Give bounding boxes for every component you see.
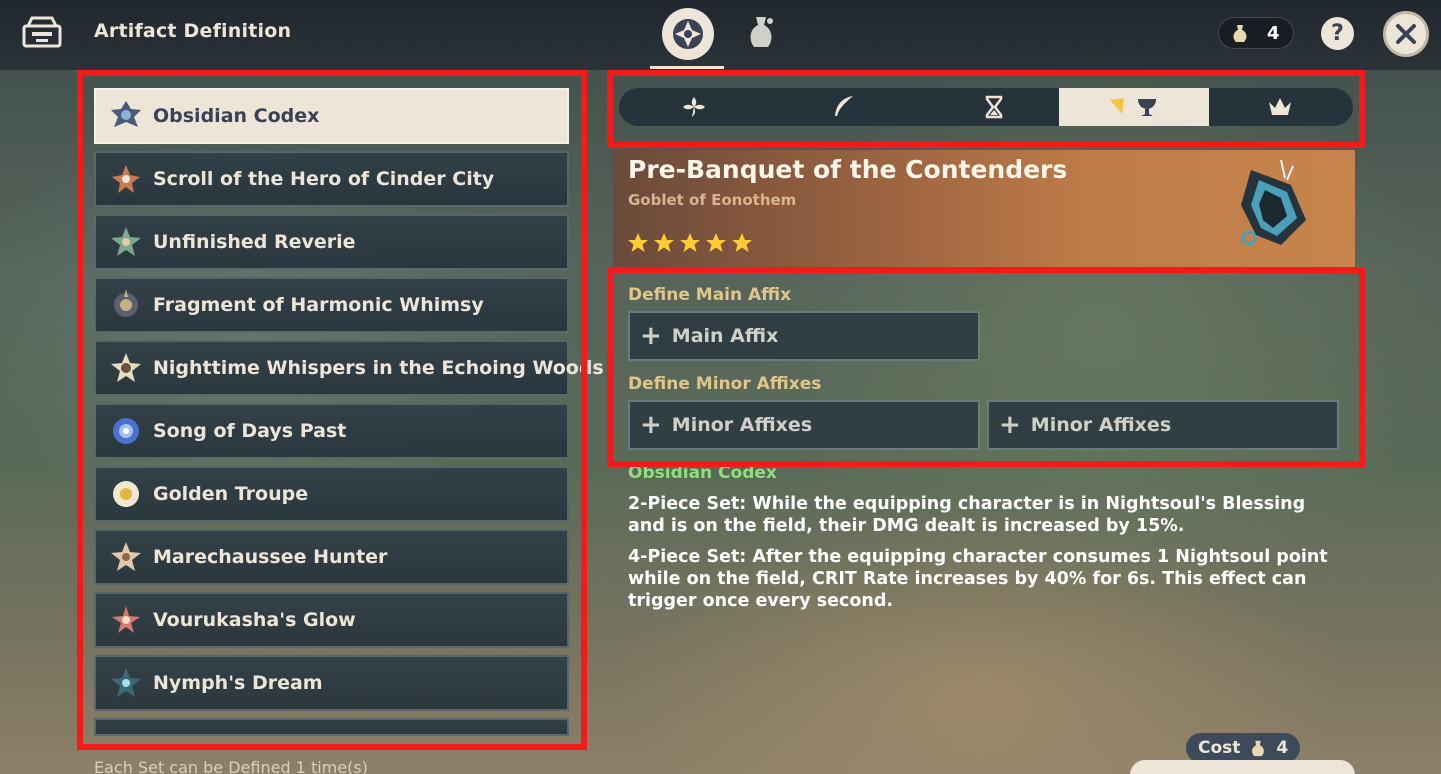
page-title: Artifact Definition [94, 20, 292, 42]
highlight-box-set-list [77, 70, 587, 750]
define-limit-note: Each Set can be Defined 1 time(s) [94, 758, 368, 774]
cost-value: 4 [1276, 738, 1289, 758]
cost-badge: Cost 4 [1186, 733, 1300, 763]
cost-label: Cost [1198, 738, 1241, 758]
artifact-name: Pre-Banquet of the Contenders [628, 155, 1068, 184]
star-icon [628, 233, 648, 252]
star-icon [706, 233, 726, 252]
transmuter-flask-icon [750, 17, 773, 47]
close-button[interactable] [1383, 11, 1429, 57]
top-bar: Artifact Definition 4 ? [0, 0, 1441, 70]
highlight-box-slot-tabs [607, 70, 1365, 148]
tab-artifact-definition[interactable] [662, 8, 714, 60]
transmuter-resin-counter: 4 [1218, 17, 1294, 49]
star-icon [680, 233, 700, 252]
artifact-goblet-image [1241, 159, 1306, 246]
sanctifying-elixir-icon [1252, 740, 1265, 757]
confirm-button[interactable] [1130, 760, 1355, 774]
active-tab-indicator [650, 66, 724, 69]
artifact-strongbox-icon [22, 16, 62, 48]
two-piece-effect: 2-Piece Set: While the equipping charact… [628, 494, 1306, 536]
definition-emblem-icon [673, 19, 703, 49]
four-piece-effect: 4-Piece Set: After the equipping charact… [628, 547, 1328, 611]
help-button[interactable]: ? [1321, 17, 1354, 50]
artifact-header-card: Pre-Banquet of the Contenders Goblet of … [613, 150, 1355, 268]
artifact-slot-name: Goblet of Eonothem [628, 191, 797, 209]
star-icon [654, 233, 674, 252]
highlight-box-affixes [607, 267, 1365, 467]
currency-count: 4 [1267, 22, 1280, 44]
star-icon [732, 233, 752, 252]
tab-artifact-transmuter[interactable] [738, 10, 784, 56]
close-icon [1396, 24, 1416, 44]
sanctifying-elixir-icon [1233, 25, 1247, 42]
rarity-stars [627, 232, 753, 254]
